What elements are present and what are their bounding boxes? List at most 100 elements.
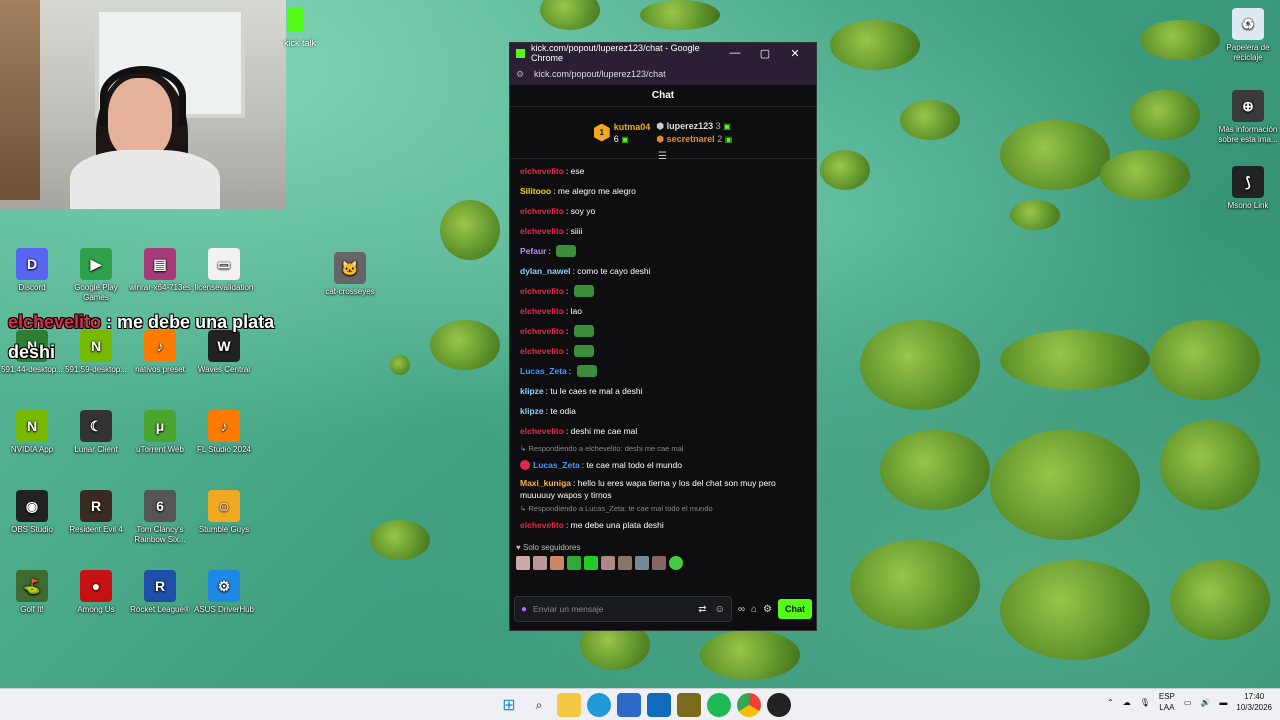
chat-message[interactable]: elchevelito: ese	[520, 161, 806, 181]
emote-button[interactable]	[567, 556, 581, 570]
message-username[interactable]: elchevelito	[520, 325, 564, 337]
battery-icon[interactable]: ▬	[1219, 698, 1227, 707]
chat-message[interactable]: Maxi_kuniga: hello lu eres wapa tierna y…	[520, 477, 806, 501]
message-username[interactable]: Lucas_Zeta	[520, 365, 567, 377]
emote-button[interactable]	[533, 556, 547, 570]
desktop-icon[interactable]: 🐱 cat-crosseyes	[318, 252, 382, 297]
outlook-icon[interactable]	[647, 693, 671, 717]
mic-icon[interactable]: ●	[521, 604, 527, 614]
emote-button[interactable]	[584, 556, 598, 570]
obs-taskbar-icon[interactable]	[767, 693, 791, 717]
emote-button[interactable]	[652, 556, 666, 570]
leader-second-name[interactable]: luperez123	[667, 121, 714, 131]
chat-message[interactable]: klipze: tu le caes re mal a deshi	[520, 381, 806, 401]
message-username[interactable]: elchevelito	[520, 345, 564, 357]
chat-message[interactable]: elchevelito: me debe una plata deshi	[520, 515, 806, 535]
message-username[interactable]: elchevelito	[520, 165, 564, 177]
message-username[interactable]: elchevelito	[520, 519, 564, 531]
desktop-icon[interactable]: ♻ Papelera de reciclaje	[1216, 8, 1280, 63]
chat-message[interactable]: elchevelito: deshi me cae mal	[520, 421, 806, 441]
chrome-icon[interactable]	[737, 693, 761, 717]
start-icon[interactable]: ⊞	[497, 693, 521, 717]
collapse-icon[interactable]: ☰	[658, 151, 667, 162]
emote-button[interactable]	[550, 556, 564, 570]
message-username[interactable]: Silitooo	[520, 185, 551, 197]
desktop-icon[interactable]: ● Among Us	[64, 570, 128, 615]
game-icon[interactable]	[677, 693, 701, 717]
desktop-icon[interactable]: ▭ licensevalidation	[192, 248, 256, 293]
message-username[interactable]: Lucas_Zeta	[533, 459, 580, 471]
chat-message[interactable]: elchevelito:	[520, 321, 806, 341]
store-icon[interactable]: ⌂	[751, 604, 757, 615]
chat-message[interactable]: elchevelito: siiii	[520, 221, 806, 241]
clock[interactable]: 17:40 10/3/2026	[1236, 691, 1272, 713]
chat-message[interactable]: Lucas_Zeta:	[520, 361, 806, 381]
search-icon[interactable]: ⌕	[527, 693, 551, 717]
translate-icon[interactable]: ⇄	[698, 604, 706, 614]
message-username[interactable]: klipze	[520, 385, 544, 397]
message-username[interactable]: elchevelito	[520, 305, 564, 317]
chat-input[interactable]: ● Enviar un mensaje ⇄ ☺	[514, 596, 732, 622]
volume-icon[interactable]: 🔊	[1200, 698, 1210, 707]
message-username[interactable]: Pefaur	[520, 245, 546, 257]
message-username[interactable]: Maxi_kuniga	[520, 478, 571, 488]
emoji-icon[interactable]: ☺	[715, 604, 725, 614]
chat-messages[interactable]: elchevelito: ese Silitooo: me alegro me a…	[510, 159, 816, 541]
leader-first-name[interactable]: kutma04	[614, 122, 651, 132]
message-username[interactable]: elchevelito	[520, 225, 564, 237]
chat-message[interactable]: elchevelito: soy yo	[520, 201, 806, 221]
desktop-icon[interactable]: ⛳ Golf It!	[0, 570, 64, 615]
desktop-icon[interactable]: ▶ Google Play Games	[64, 248, 128, 303]
store-icon[interactable]	[617, 693, 641, 717]
chat-message[interactable]: elchevelito:	[520, 281, 806, 301]
desktop-icon[interactable]: ♪ FL Studio 2024	[192, 410, 256, 455]
chat-message[interactable]: Lucas_Zeta: te cae mal todo el mundo	[520, 455, 806, 475]
desktop-icon[interactable]: ⚙ ASUS DriverHub	[192, 570, 256, 615]
emote-button[interactable]	[618, 556, 632, 570]
chat-message[interactable]: elchevelito: lao	[520, 301, 806, 321]
chat-message[interactable]: Pefaur:	[520, 241, 806, 261]
emote-button[interactable]	[601, 556, 615, 570]
chat-input-placeholder[interactable]: Enviar un mensaje	[533, 604, 698, 614]
display-icon[interactable]: ▭	[1184, 698, 1192, 707]
desktop-icon[interactable]: ⊕ Más información sobre esta ima...	[1216, 90, 1280, 145]
desktop-icon[interactable]: N NVIDIA App	[0, 410, 64, 455]
desktop-icon[interactable]: μ uTorrent Web	[128, 410, 192, 455]
language-indicator[interactable]: ESP LAA	[1159, 691, 1175, 713]
message-username[interactable]: klipze	[520, 405, 544, 417]
edge-icon[interactable]	[587, 693, 611, 717]
emote-button[interactable]	[669, 556, 683, 570]
message-username[interactable]: dylan_nawel	[520, 265, 571, 277]
emote-quick-bar[interactable]	[510, 554, 816, 572]
close-button[interactable]: ✕	[780, 47, 810, 60]
message-username[interactable]: elchevelito	[520, 425, 564, 437]
message-username[interactable]: elchevelito	[520, 285, 564, 297]
desktop-icon[interactable]: R Rocket League®	[128, 570, 192, 615]
desktop-icon[interactable]: 6 Tom Clancy's Rainbow Six...	[128, 490, 192, 545]
chevron-up-icon[interactable]: ⌃	[1107, 698, 1114, 707]
settings-icon[interactable]: ⚙	[763, 604, 772, 615]
url-text[interactable]: kick.com/popout/luperez123/chat	[534, 69, 666, 79]
file-explorer-icon[interactable]	[557, 693, 581, 717]
site-settings-icon[interactable]: ⚙	[516, 69, 528, 80]
leader-third-name[interactable]: secretnarel	[667, 134, 715, 144]
desktop-icon[interactable]: D Discord	[0, 248, 64, 293]
emote-button[interactable]	[635, 556, 649, 570]
chrome-chat-window[interactable]: kick.com/popout/luperez123/chat - Google…	[509, 42, 817, 631]
desktop-icon[interactable]: ◉ OBS Studio	[0, 490, 64, 535]
chat-message[interactable]: elchevelito:	[520, 341, 806, 361]
desktop-icon[interactable]: R Resident Evil 4	[64, 490, 128, 535]
send-chat-button[interactable]: Chat	[778, 599, 812, 619]
chat-message[interactable]: Silitooo: me alegro me alegro	[520, 181, 806, 201]
emote-button[interactable]	[516, 556, 530, 570]
chat-message[interactable]: klipze: te odia	[520, 401, 806, 421]
window-titlebar[interactable]: kick.com/popout/luperez123/chat - Google…	[510, 43, 816, 63]
message-username[interactable]: elchevelito	[520, 205, 564, 217]
desktop-icon[interactable]: ⟆ Msono Link	[1216, 166, 1280, 211]
maximize-button[interactable]: ▢	[750, 47, 780, 60]
share-icon[interactable]: ∞	[738, 604, 745, 615]
chat-message[interactable]: dylan_nawel: como te cayo deshi	[520, 261, 806, 281]
desktop-icon[interactable]: ▤ winrar-x64-713es	[128, 248, 192, 293]
address-bar[interactable]: ⚙ kick.com/popout/luperez123/chat	[510, 63, 816, 85]
desktop-icon[interactable]: ☾ Lunar Client	[64, 410, 128, 455]
